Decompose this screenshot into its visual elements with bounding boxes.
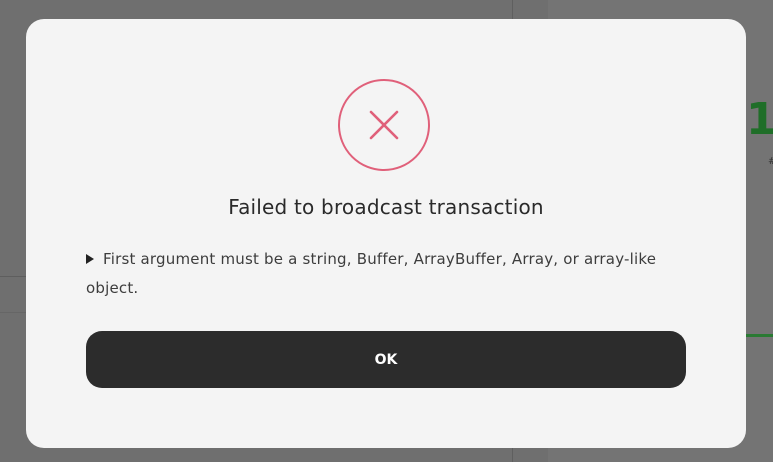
error-dialog: Failed to broadcast transaction First ar… <box>26 19 746 448</box>
ok-button[interactable]: OK <box>86 331 686 388</box>
error-details[interactable]: First argument must be a string, Buffer,… <box>86 245 686 303</box>
error-status-icon <box>338 79 430 171</box>
error-message: First argument must be a string, Buffer,… <box>86 250 657 297</box>
background-stat-value: 1 <box>746 94 773 145</box>
background-stat-caption: # <box>768 156 773 167</box>
disclosure-triangle-icon[interactable] <box>86 254 94 264</box>
close-icon <box>369 110 399 140</box>
dialog-title: Failed to broadcast transaction <box>228 195 544 219</box>
